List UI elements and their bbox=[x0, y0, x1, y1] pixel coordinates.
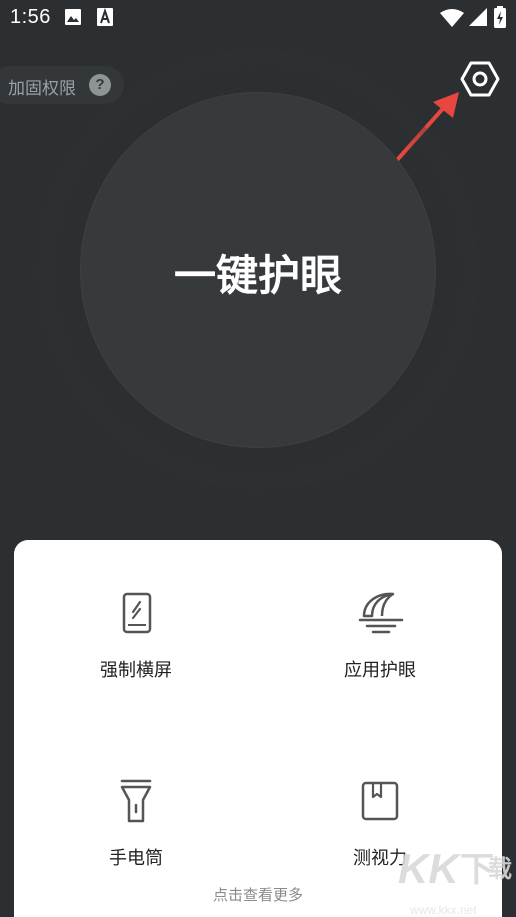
flashlight-label[interactable]: 手电筒 bbox=[56, 844, 216, 870]
status-bar: 1:56 bbox=[0, 0, 516, 36]
watermark-url: www.kkx.net bbox=[410, 903, 477, 917]
help-icon[interactable]: ? bbox=[89, 74, 111, 96]
boost-permission-label: 加固权限 bbox=[8, 79, 76, 99]
status-time: 1:56 bbox=[10, 6, 51, 28]
view-more-link[interactable]: 点击查看更多 bbox=[158, 884, 358, 905]
moon-icon[interactable] bbox=[358, 590, 404, 634]
signal-icon bbox=[469, 8, 487, 26]
force-landscape-label[interactable]: 强制横屏 bbox=[56, 656, 216, 682]
svg-text:KK: KK bbox=[398, 845, 461, 892]
image-icon bbox=[65, 9, 81, 25]
svg-text:载: 载 bbox=[488, 855, 512, 883]
eye-protect-label: 一键护眼 bbox=[173, 251, 342, 300]
rotate-phone-icon[interactable] bbox=[119, 591, 155, 635]
a-icon bbox=[97, 8, 113, 26]
book-icon[interactable] bbox=[360, 780, 400, 822]
battery-charging-icon bbox=[494, 6, 506, 28]
watermark-logo: KK 下 载 bbox=[398, 845, 512, 892]
flashlight-icon[interactable] bbox=[118, 778, 154, 824]
wifi-icon bbox=[440, 9, 464, 27]
app-eye-protect-label[interactable]: 应用护眼 bbox=[300, 656, 460, 682]
